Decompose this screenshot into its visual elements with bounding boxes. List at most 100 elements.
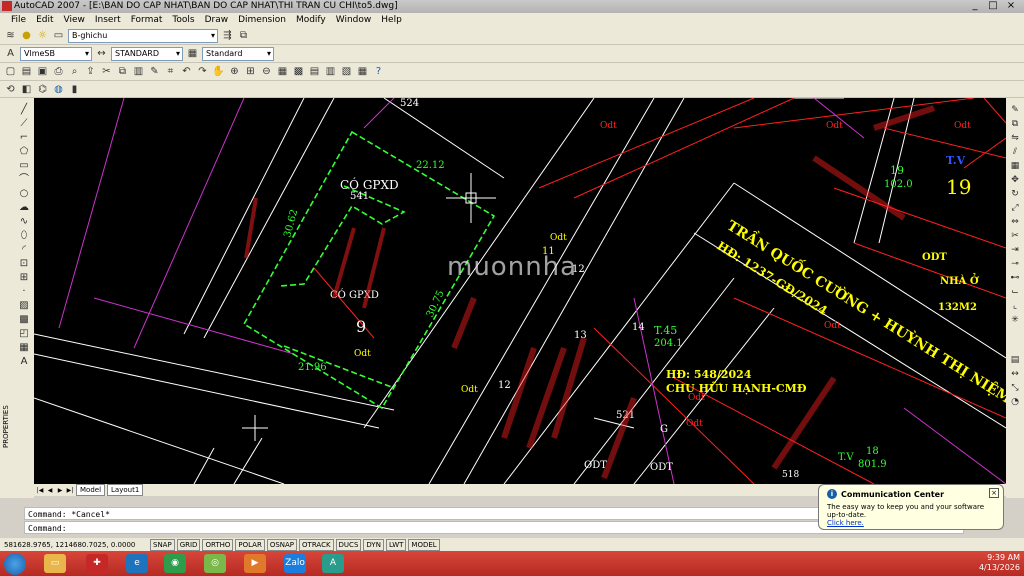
tab-layout1[interactable]: Layout1 — [107, 484, 144, 496]
construction-line-icon[interactable]: ⟋ — [17, 118, 31, 130]
purge-icon[interactable]: ▮ — [68, 83, 81, 96]
array-icon[interactable]: ▦ — [1009, 160, 1021, 172]
draw-order-icon[interactable]: ▤ — [1009, 354, 1021, 366]
join-icon[interactable]: ⊷ — [1009, 272, 1021, 284]
menu-draw[interactable]: Draw — [200, 13, 234, 27]
layer-dropdown[interactable]: B-ghichu — [68, 28, 218, 43]
ellipse-arc-icon[interactable]: ◜ — [17, 244, 31, 256]
menu-edit[interactable]: Edit — [31, 13, 58, 27]
make-block-icon[interactable]: ⊞ — [17, 272, 31, 284]
sheet-set-icon[interactable]: ▥ — [324, 65, 337, 78]
polygon-icon[interactable]: ⬠ — [17, 146, 31, 158]
menu-file[interactable]: File — [6, 13, 31, 27]
otrack-toggle[interactable]: OTRACK — [299, 538, 334, 551]
lwt-toggle[interactable]: LWT — [385, 538, 407, 551]
text-style-dropdown[interactable]: VlmeSB — [20, 46, 92, 61]
circle-icon[interactable]: ○ — [17, 188, 31, 200]
dyn-toggle[interactable]: DYN — [363, 538, 384, 551]
paste-icon[interactable]: ▥ — [132, 65, 145, 78]
arc-icon[interactable]: ⌒ — [17, 174, 31, 186]
gradient-icon[interactable]: ▩ — [17, 314, 31, 326]
design-center-icon[interactable]: ▩ — [292, 65, 305, 78]
last-tab-button[interactable]: ▶| — [66, 486, 74, 495]
sun-icon[interactable]: ☼ — [36, 29, 49, 42]
zalo-icon[interactable]: Zalo — [284, 554, 306, 573]
polar-toggle[interactable]: POLAR — [235, 538, 265, 551]
menu-window[interactable]: Window — [331, 13, 377, 27]
zoom-window-icon[interactable]: ⊞ — [244, 65, 257, 78]
lock-icon[interactable]: ▭ — [52, 29, 65, 42]
popup-close-icon[interactable]: × — [989, 488, 999, 498]
copy-object-icon[interactable]: ⧉ — [1009, 118, 1021, 130]
close-button[interactable]: × — [1004, 0, 1018, 13]
make-current-layer-icon[interactable]: ⇶ — [221, 29, 234, 42]
chamfer-icon[interactable]: ⌙ — [1009, 286, 1021, 298]
autocad-taskbar-icon[interactable]: A — [322, 554, 344, 573]
chrome-icon[interactable]: ◉ — [164, 554, 186, 573]
properties-palette-label[interactable]: PROPERTIES — [2, 398, 12, 448]
menu-view[interactable]: View — [59, 13, 90, 27]
menu-format[interactable]: Format — [126, 13, 168, 27]
hatch-icon[interactable]: ▨ — [17, 300, 31, 312]
revcloud-icon[interactable]: ☁ — [17, 202, 31, 214]
first-tab-button[interactable]: |◀ — [36, 486, 44, 495]
point-icon[interactable]: · — [17, 286, 31, 298]
cut-icon[interactable]: ✂ — [100, 65, 113, 78]
dim-style-dropdown[interactable]: STANDARD — [111, 46, 183, 61]
app-icon[interactable]: ◎ — [204, 554, 226, 573]
open-icon[interactable]: ▤ — [20, 65, 33, 78]
puzzle-app-icon[interactable]: ✚ — [86, 554, 108, 573]
help-icon[interactable]: ? — [372, 65, 385, 78]
shade-icon[interactable]: ◧ — [20, 83, 33, 96]
layer-manager-icon[interactable]: ≋ — [4, 29, 17, 42]
zoom-realtime-icon[interactable]: ⊕ — [228, 65, 241, 78]
mirror-icon[interactable]: ⇋ — [1009, 132, 1021, 144]
dim-style-icon[interactable]: ↔ — [95, 47, 108, 60]
model-toggle[interactable]: MODEL — [408, 538, 440, 551]
maximize-button[interactable]: □ — [986, 0, 1000, 13]
fillet-icon[interactable]: ⌞ — [1009, 300, 1021, 312]
block-editor-icon[interactable]: ⌗ — [164, 65, 177, 78]
redo-icon[interactable]: ↷ — [196, 65, 209, 78]
plot-icon[interactable]: ⎙ — [52, 65, 65, 78]
explode-icon[interactable]: ✳ — [1009, 314, 1021, 326]
lightbulb-icon[interactable]: ● — [20, 29, 33, 42]
erase-icon[interactable]: ✎ — [1009, 104, 1021, 116]
file-explorer-icon[interactable]: ▭ — [44, 554, 66, 573]
ortho-toggle[interactable]: ORTHO — [202, 538, 234, 551]
orbit-icon[interactable]: ⟲ — [4, 83, 17, 96]
start-button[interactable] — [4, 553, 26, 575]
dimension-linear-icon[interactable]: ↔ — [1009, 368, 1021, 380]
menu-modify[interactable]: Modify — [291, 13, 331, 27]
match-properties-icon[interactable]: ✎ — [148, 65, 161, 78]
menu-help[interactable]: Help — [376, 13, 407, 27]
table-icon[interactable]: ▦ — [17, 342, 31, 354]
offset-icon[interactable]: ⫽ — [1009, 146, 1021, 158]
popup-link[interactable]: Click here. — [827, 519, 995, 527]
ellipse-icon[interactable]: ⬯ — [17, 230, 31, 242]
layer-previous-icon[interactable]: ⧉ — [237, 29, 250, 42]
minimize-button[interactable]: _ — [968, 0, 982, 13]
plot-preview-icon[interactable]: ⌕ — [68, 65, 81, 78]
osnap-toggle[interactable]: OSNAP — [266, 538, 298, 551]
spline-icon[interactable]: ∿ — [17, 216, 31, 228]
media-player-icon[interactable]: ▶ — [244, 554, 266, 573]
new-icon[interactable]: ▢ — [4, 65, 17, 78]
dimension-radius-icon[interactable]: ◔ — [1009, 396, 1021, 408]
menu-insert[interactable]: Insert — [90, 13, 126, 27]
line-icon[interactable]: ╱ — [17, 104, 31, 116]
calculator-icon[interactable]: ▦ — [356, 65, 369, 78]
copy-icon[interactable]: ⧉ — [116, 65, 129, 78]
region-icon[interactable]: ◰ — [17, 328, 31, 340]
insert-block-icon[interactable]: ⊡ — [17, 258, 31, 270]
rotate-icon[interactable]: ↻ — [1009, 188, 1021, 200]
zoom-previous-icon[interactable]: ⊖ — [260, 65, 273, 78]
menu-dimension[interactable]: Dimension — [233, 13, 291, 27]
ducs-toggle[interactable]: DUCS — [335, 538, 362, 551]
camera-icon[interactable]: ⌬ — [36, 83, 49, 96]
markup-icon[interactable]: ▧ — [340, 65, 353, 78]
rectangle-icon[interactable]: ▭ — [17, 160, 31, 172]
mtext-icon[interactable]: A — [17, 356, 31, 368]
drawing-canvas[interactable]: 524 CÓ GPXD 541 22.12 30.62 30.75 21.96 … — [34, 98, 1006, 484]
break-icon[interactable]: ⊸ — [1009, 258, 1021, 270]
